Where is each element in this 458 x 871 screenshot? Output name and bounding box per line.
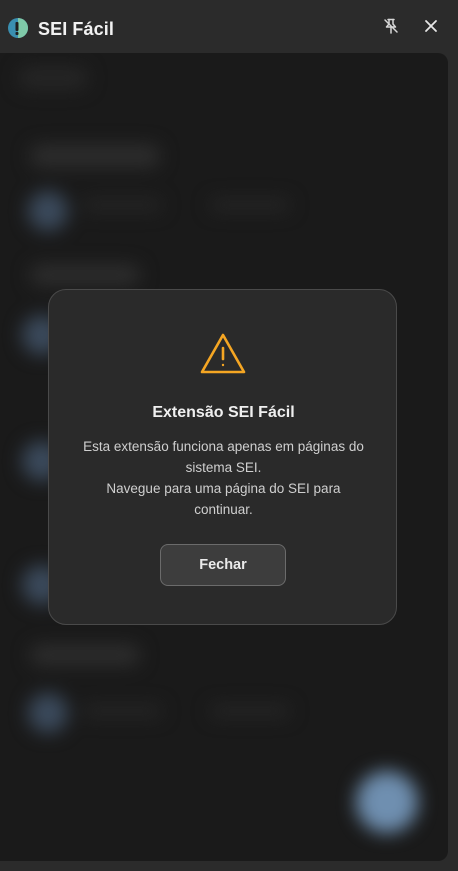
sei-facil-logo-icon bbox=[8, 18, 28, 38]
dialog-message-line: Navegue para uma página do SEI para bbox=[106, 481, 341, 496]
extension-content-area: Extensão SEI Fácil Esta extensão funcion… bbox=[0, 53, 448, 861]
extension-window: SEI Fácil Extensão SEI Fácil Esta extens… bbox=[0, 0, 458, 871]
extension-dialog: Extensão SEI Fácil Esta extensão funcion… bbox=[48, 289, 397, 625]
dialog-message-line: sistema SEI. bbox=[185, 460, 262, 475]
unpin-icon bbox=[382, 17, 400, 40]
warning-icon bbox=[199, 332, 247, 376]
dialog-message-line: Esta extensão funciona apenas em páginas… bbox=[83, 439, 364, 454]
title-bar: SEI Fácil bbox=[0, 0, 458, 56]
unpin-button[interactable] bbox=[377, 14, 405, 42]
close-dialog-button[interactable]: Fechar bbox=[160, 544, 286, 586]
dialog-message: Esta extensão funciona apenas em páginas… bbox=[69, 436, 378, 520]
close-window-button[interactable] bbox=[417, 14, 445, 42]
close-icon bbox=[423, 18, 439, 39]
dialog-message-line: continuar. bbox=[194, 502, 253, 517]
window-title: SEI Fácil bbox=[38, 19, 114, 39]
dialog-title: Extensão SEI Fácil bbox=[152, 404, 295, 421]
